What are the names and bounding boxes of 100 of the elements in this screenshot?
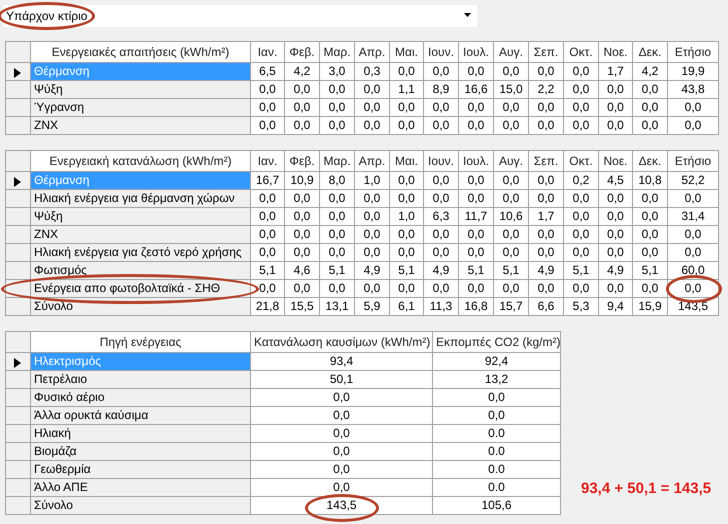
column-header[interactable]: Σεπ. (528, 150, 564, 172)
table-cell: 8,0 (320, 172, 354, 190)
table-cell: 0,0 (632, 226, 668, 244)
column-header[interactable]: Οκτ. (564, 42, 598, 62)
column-header[interactable]: Ιουλ. (458, 42, 494, 62)
table-cell[interactable]: ΖΝΧ (30, 226, 250, 244)
table-cell: 0,0 (424, 280, 458, 298)
column-header[interactable]: Φεβ. (284, 150, 320, 172)
table-cell[interactable]: Ηλιακή (30, 424, 250, 442)
column-header[interactable]: Αυγ. (494, 42, 528, 62)
table-cell: 0,0 (354, 190, 390, 208)
table-cell: 0,0 (528, 62, 564, 80)
table-cell[interactable]: Πετρέλαιο (30, 370, 250, 388)
column-header[interactable]: Πηγή ενέργειας (30, 332, 250, 352)
table-cell: 0,0 (390, 172, 424, 190)
table-cell: 15,5 (284, 298, 320, 316)
table-cell: 0,0 (284, 280, 320, 298)
table-cell: 0,0 (528, 172, 564, 190)
column-header[interactable]: Μαι. (390, 150, 424, 172)
column-header[interactable]: Ετήσιο (668, 150, 718, 172)
table-cell[interactable]: ΖΝΧ (30, 116, 250, 134)
table-cell: 43,8 (668, 80, 718, 98)
table-cell: 0,0 (250, 478, 432, 496)
table-cell: 0,0 (458, 280, 494, 298)
table-cell: 0,0 (320, 244, 354, 262)
column-header[interactable]: Μαρ. (320, 150, 354, 172)
table-cell: 0,0 (668, 226, 718, 244)
table-cell: 0,0 (354, 226, 390, 244)
table-cell[interactable]: Ενέργεια απο φωτοβολταϊκά - ΣΗΘ (30, 280, 250, 298)
column-header[interactable]: Ενεργειακές απαιτήσεις (kWh/m²) (30, 42, 250, 62)
column-header[interactable]: Μαρ. (320, 42, 354, 62)
column-header[interactable]: Απρ. (354, 42, 390, 62)
table-cell: 0,0 (250, 98, 284, 116)
column-header[interactable]: Οκτ. (564, 150, 598, 172)
column-header[interactable]: Μαι. (390, 42, 424, 62)
table-cell[interactable]: Ύγρανση (30, 98, 250, 116)
column-header[interactable]: Φεβ. (284, 42, 320, 62)
table-cell: 5,1 (320, 262, 354, 280)
table-cell: 0,0 (284, 80, 320, 98)
table-cell: 0,0 (250, 388, 432, 406)
column-header[interactable]: Ετήσιο (668, 42, 718, 62)
column-header[interactable]: Απρ. (354, 150, 390, 172)
table-cell: 0,0 (528, 116, 564, 134)
table-cell[interactable]: Σύνολο (30, 496, 250, 514)
table-cell: 0,0 (458, 116, 494, 134)
table-cell[interactable]: Ηλιακή ενέργεια για θέρμανση χώρων (30, 190, 250, 208)
table-cell[interactable]: Γεωθερμία (30, 460, 250, 478)
table-cell: 15,9 (632, 298, 668, 316)
table-cell: 6,1 (390, 298, 424, 316)
table-cell: 0,0 (284, 208, 320, 226)
column-header[interactable]: Εκπομπές CO2 (kg/m²) (432, 332, 560, 352)
column-header[interactable]: Νοε. (598, 150, 632, 172)
column-header[interactable]: Δεκ. (632, 150, 668, 172)
building-dropdown[interactable]: Υπάρχον κτίριο (3, 5, 477, 27)
table-cell: 8,9 (424, 80, 458, 98)
table-cell[interactable]: Άλλα ορυκτά καύσιμα (30, 406, 250, 424)
column-header[interactable]: Κατανάλωση καυσίμων (kWh/m²) (250, 332, 432, 352)
table-cell: 0,0 (424, 172, 458, 190)
column-header[interactable]: Ενεργειακή κατανάλωση (kWh/m²) (30, 150, 250, 172)
column-header[interactable]: Ιουν. (424, 42, 458, 62)
table-cell[interactable]: Βιομάζα (30, 442, 250, 460)
table-cell[interactable]: Ψύξη (30, 80, 250, 98)
table-cell: 0,0 (528, 98, 564, 116)
table-cell: 0,0 (598, 226, 632, 244)
table-cell: 0,0 (354, 208, 390, 226)
table-cell: 0,0 (528, 226, 564, 244)
table-cell: 0,0 (354, 98, 390, 116)
table-cell: 0,0 (564, 80, 598, 98)
column-header[interactable]: Ιαν. (250, 150, 284, 172)
table-cell: 4,9 (424, 262, 458, 280)
table-cell: 0,0 (668, 116, 718, 134)
column-header[interactable]: Ιουλ. (458, 150, 494, 172)
column-header[interactable]: Δεκ. (632, 42, 668, 62)
table-cell: 0,0 (564, 280, 598, 298)
table-cell: 0,0 (668, 190, 718, 208)
table-cell: 0,0 (598, 190, 632, 208)
table-cell[interactable]: Άλλο ΑΠΕ (30, 478, 250, 496)
table-cell: 4,2 (632, 62, 668, 80)
table-cell: 0,0 (494, 280, 528, 298)
table-cell: 0,0 (354, 244, 390, 262)
column-header[interactable]: Σεπ. (528, 42, 564, 62)
table-cell[interactable]: Ψύξη (30, 208, 250, 226)
table-cell: 0,0 (250, 244, 284, 262)
table-cell: 0,0 (564, 244, 598, 262)
table-cell: 0,0 (564, 98, 598, 116)
table-cell[interactable]: Φυσικό αέριο (30, 388, 250, 406)
dropdown-caret-icon (464, 13, 471, 18)
column-header[interactable]: Ιαν. (250, 42, 284, 62)
column-header[interactable]: Αυγ. (494, 150, 528, 172)
table-cell: 0,0 (320, 80, 354, 98)
table-cell: 0,0 (284, 116, 320, 134)
table-cell: 31,4 (668, 208, 718, 226)
table-cell: 0,0 (320, 208, 354, 226)
column-header[interactable]: Νοε. (598, 42, 632, 62)
table-cell[interactable]: Ηλιακή ενέργεια για ζεστό νερό χρήσης (30, 244, 250, 262)
table-cell: 1,7 (598, 62, 632, 80)
table-cell: 4,9 (354, 262, 390, 280)
column-header[interactable]: Ιουν. (424, 150, 458, 172)
table-cell: 10,6 (494, 208, 528, 226)
table-cell: 5,1 (250, 262, 284, 280)
